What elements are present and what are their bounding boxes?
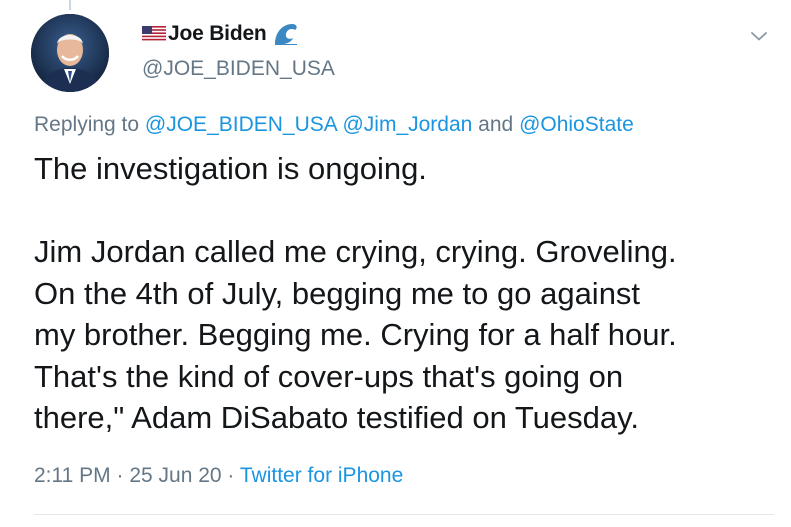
meta-separator: · xyxy=(221,464,240,487)
tweet-time[interactable]: 2:11 PM xyxy=(34,464,111,487)
divider xyxy=(34,514,774,515)
author-display-name[interactable]: Joe Biden xyxy=(168,22,267,46)
wave-icon xyxy=(274,24,297,45)
reply-mention-jim-jordan[interactable]: @Jim_Jordan xyxy=(342,113,472,136)
replying-to-label: Replying to xyxy=(34,113,145,136)
reply-separator-and: and xyxy=(472,113,520,136)
tweet-body-text: The investigation is ongoing. Jim Jordan… xyxy=(34,151,677,435)
thread-connector-line xyxy=(69,0,71,10)
us-flag-icon xyxy=(142,26,166,42)
avatar-photo xyxy=(31,14,109,92)
tweet-meta: 2:11 PM · 25 Jun 20 · Twitter for iPhone xyxy=(34,464,403,488)
reply-mention-joe-biden-usa[interactable]: @JOE_BIDEN_USA xyxy=(145,113,337,136)
avatar[interactable] xyxy=(31,14,109,92)
replying-to-line: Replying to @JOE_BIDEN_USA @Jim_Jordan a… xyxy=(34,113,634,137)
tweet-date[interactable]: 25 Jun 20 xyxy=(129,464,221,487)
author-name-row[interactable]: Joe Biden xyxy=(142,20,335,48)
author-handle[interactable]: @JOE_BIDEN_USA xyxy=(142,57,335,81)
meta-separator: · xyxy=(110,464,130,487)
tweet-source-link[interactable]: Twitter for iPhone xyxy=(240,464,403,487)
tweet-header: Joe Biden @JOE_BIDEN_USA xyxy=(142,20,335,81)
reply-mention-ohio-state[interactable]: @OhioState xyxy=(519,113,634,136)
chevron-down-icon[interactable] xyxy=(750,30,768,42)
